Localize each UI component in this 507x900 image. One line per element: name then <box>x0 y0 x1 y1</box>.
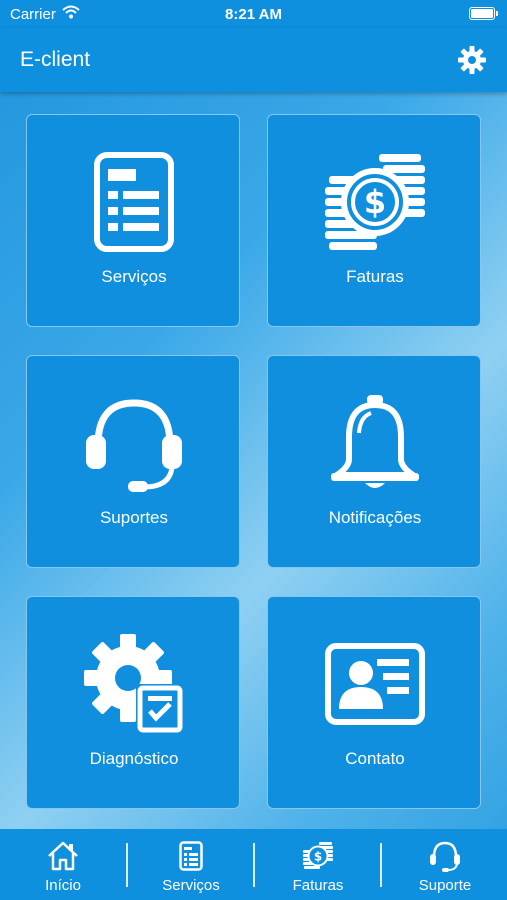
tab-servicos[interactable]: Serviços <box>128 829 254 900</box>
app-header: E-client <box>0 28 507 92</box>
tile-suportes[interactable]: Suportes <box>26 355 240 568</box>
svg-text:$: $ <box>364 183 386 221</box>
tab-label: Suporte <box>418 877 472 894</box>
tab-label: Início <box>45 877 81 894</box>
document-list-icon <box>94 152 174 252</box>
headset-icon <box>430 841 460 872</box>
tab-label: Serviços <box>162 877 220 894</box>
contact-card-icon <box>325 643 425 725</box>
document-list-icon <box>179 841 203 871</box>
app-title: E-client <box>20 48 91 71</box>
tab-faturas[interactable]: $ Faturas <box>255 829 381 900</box>
status-bar: Carrier 8:21 AM <box>0 0 507 28</box>
tile-faturas[interactable]: $ Faturas <box>267 114 481 327</box>
coins-dollar-icon: $ <box>303 842 333 869</box>
tile-label: Serviços <box>101 267 167 286</box>
tab-inicio[interactable]: Início <box>0 829 126 900</box>
gear-checklist-icon <box>84 634 184 734</box>
clock: 8:21 AM <box>225 6 282 23</box>
tile-diagnostico[interactable]: Diagnóstico <box>26 596 240 809</box>
gear-icon[interactable] <box>457 45 487 75</box>
bottom-tab-bar: Início Serviços $ Faturas Suporte <box>0 829 507 900</box>
tile-label: Faturas <box>346 267 404 286</box>
bell-icon <box>331 395 419 488</box>
battery-icon <box>469 7 498 20</box>
home-icon <box>48 841 78 871</box>
tile-label: Contato <box>345 749 405 768</box>
tab-suporte[interactable]: Suporte <box>382 829 507 900</box>
app-screen: Carrier 8:21 AM E-client Serviços $ Fatu… <box>0 0 507 900</box>
tile-label: Suportes <box>99 508 169 527</box>
tile-label: Notificações <box>328 508 422 527</box>
tile-label: Diagnóstico <box>89 749 179 768</box>
tab-label: Faturas <box>292 877 344 894</box>
coins-dollar-icon: $ <box>325 154 425 250</box>
tile-notificacoes[interactable]: Notificações <box>267 355 481 568</box>
headset-icon <box>86 399 182 492</box>
tile-contato[interactable]: Contato <box>267 596 481 809</box>
svg-text:$: $ <box>314 850 322 864</box>
tile-servicos[interactable]: Serviços <box>26 114 240 327</box>
